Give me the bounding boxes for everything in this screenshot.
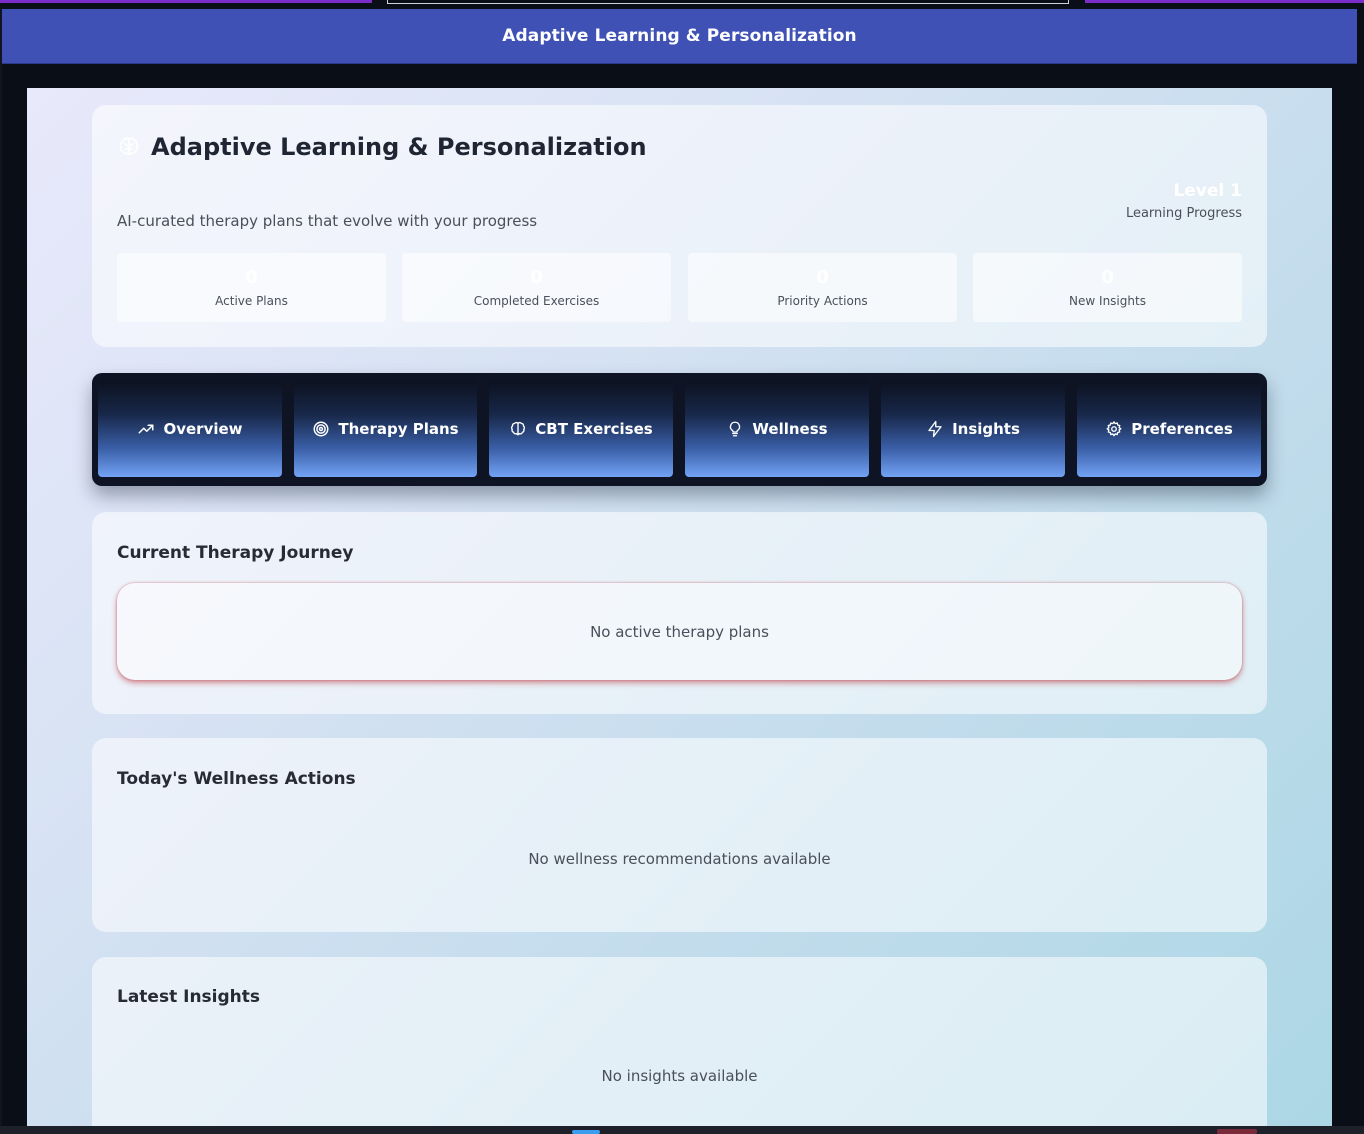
tab-bar: Overview Therapy Plans CBT Exercises Wel…: [92, 373, 1267, 486]
empty-message: No wellness recommendations available: [528, 850, 831, 868]
level-value: Level 1: [1173, 181, 1242, 201]
section-title: Today's Wellness Actions: [117, 769, 356, 789]
tab-preferences[interactable]: Preferences: [1071, 373, 1267, 486]
stat-value: 0: [530, 267, 543, 288]
zap-icon: [928, 420, 942, 438]
gear-icon: [1106, 421, 1122, 437]
stat-value: 0: [816, 267, 829, 288]
taskbar-item[interactable]: [1217, 1129, 1257, 1134]
lightbulb-icon: [730, 421, 741, 437]
browser-top-strip: [0, 0, 1364, 4]
level-label: Learning Progress: [1125, 206, 1242, 221]
taskbar-item[interactable]: [572, 1130, 600, 1134]
tab-label: Overview: [163, 420, 243, 438]
journey-empty-state: No active therapy plans: [117, 583, 1242, 680]
address-bar[interactable]: [387, 0, 1069, 4]
stat-new-insights: 0 New Insights: [973, 253, 1242, 322]
empty-message: No insights available: [601, 1067, 758, 1085]
tab-label: Preferences: [1131, 420, 1233, 438]
app-bar-title: Adaptive Learning & Personalization: [502, 26, 857, 46]
target-icon: [313, 421, 329, 437]
tab-cbt-exercises[interactable]: CBT Exercises: [483, 373, 679, 486]
stat-completed-exercises: 0 Completed Exercises: [402, 253, 671, 322]
tab-wellness[interactable]: Wellness: [679, 373, 875, 486]
stat-label: New Insights: [1069, 294, 1146, 308]
stat-label: Completed Exercises: [473, 294, 600, 308]
tab-insights[interactable]: Insights: [875, 373, 1071, 486]
stat-active-plans: 0 Active Plans: [117, 253, 386, 322]
empty-message: No active therapy plans: [590, 622, 769, 641]
header-card: Adaptive Learning & Personalization AI-c…: [92, 105, 1267, 347]
top-accent-left: [0, 0, 372, 3]
therapy-journey-card: Current Therapy Journey No active therap…: [92, 512, 1267, 714]
tab-label: CBT Exercises: [535, 420, 653, 438]
taskbar: [0, 1126, 1364, 1134]
tab-label: Wellness: [752, 420, 828, 438]
page-subtitle: AI-curated therapy plans that evolve wit…: [117, 212, 538, 230]
tab-label: Therapy Plans: [338, 420, 459, 438]
latest-insights-card: Latest Insights No insights available: [92, 957, 1267, 1128]
tab-therapy-plans[interactable]: Therapy Plans: [288, 373, 483, 486]
main-content[interactable]: Adaptive Learning & Personalization AI-c…: [27, 88, 1332, 1128]
wellness-actions-card: Today's Wellness Actions No wellness rec…: [92, 738, 1267, 932]
tab-overview[interactable]: Overview: [92, 373, 288, 486]
tab-label: Insights: [952, 420, 1020, 438]
window-edge-left: [0, 9, 2, 1126]
stat-value: 0: [245, 267, 258, 288]
stat-label: Priority Actions: [777, 294, 868, 308]
page-title: Adaptive Learning & Personalization: [151, 133, 647, 161]
trending-up-icon: [138, 424, 154, 434]
section-title: Latest Insights: [117, 987, 261, 1007]
section-title: Current Therapy Journey: [117, 543, 354, 563]
stat-label: Active Plans: [215, 294, 288, 308]
window-edge-right: [1357, 9, 1364, 1126]
top-accent-right: [1085, 0, 1364, 3]
brain-icon: [119, 137, 139, 156]
app-bar: Adaptive Learning & Personalization: [2, 9, 1357, 64]
page-title-row: Adaptive Learning & Personalization: [117, 133, 647, 161]
stat-value: 0: [1101, 267, 1114, 288]
stat-priority-actions: 0 Priority Actions: [688, 253, 957, 322]
brain-icon: [511, 421, 526, 436]
